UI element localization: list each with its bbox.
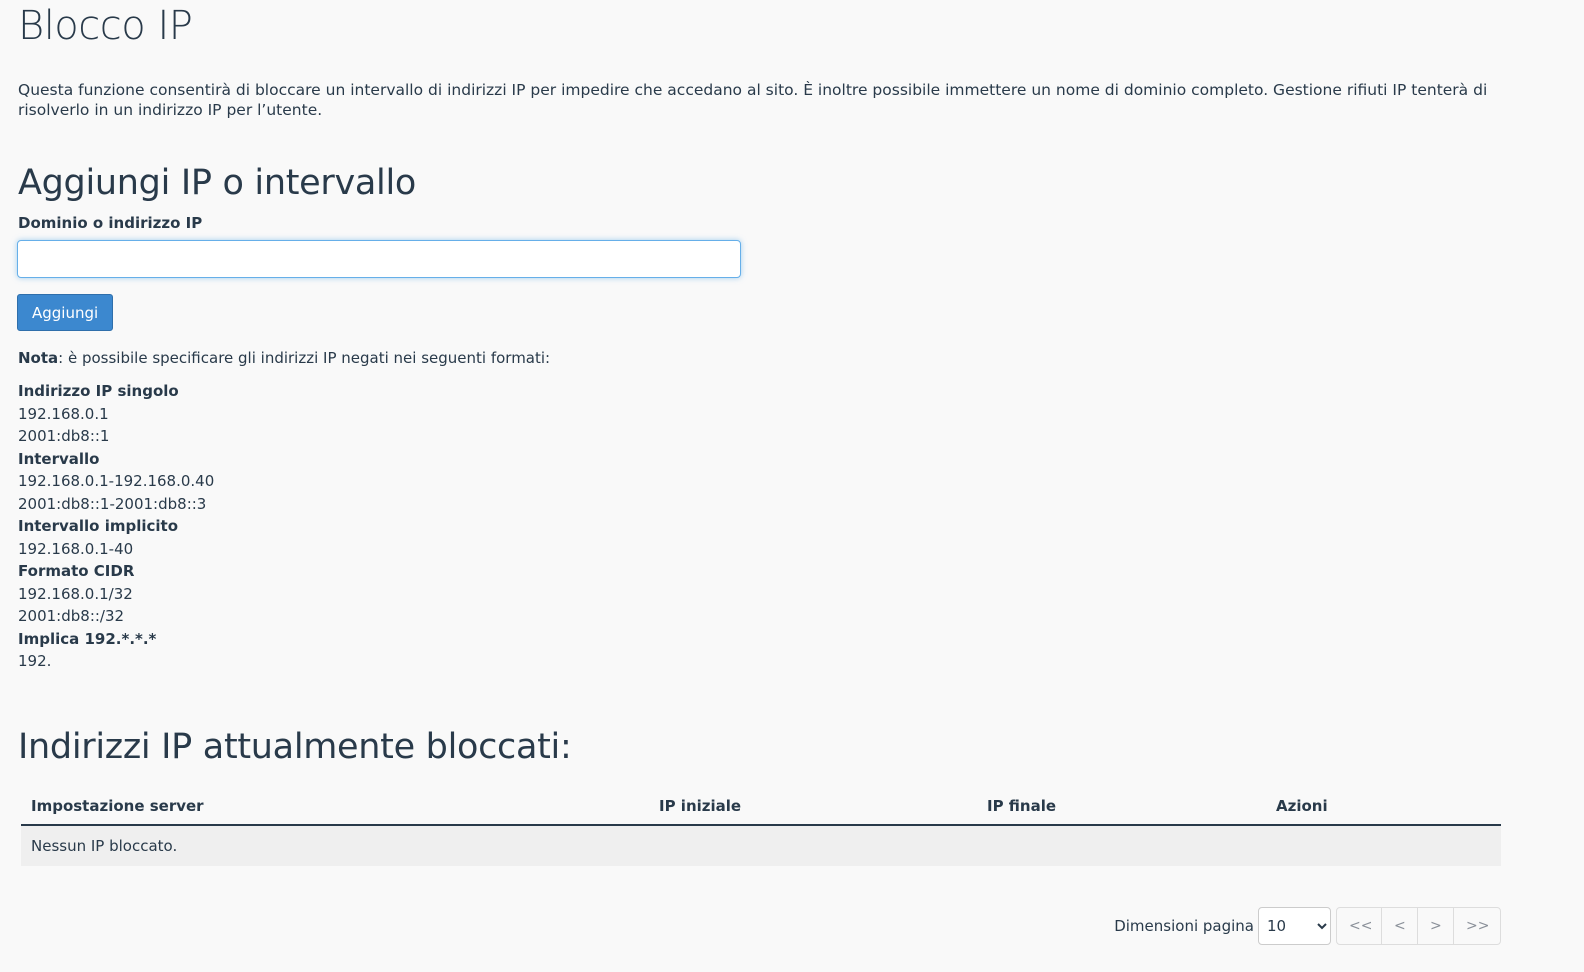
format-example: 2001:db8::1-2001:db8::3 xyxy=(18,494,207,513)
format-example: 192.168.0.1 xyxy=(18,404,109,423)
blocked-section-title: Indirizzi IP attualmente bloccati: xyxy=(18,727,572,767)
format-heading: Formato CIDR xyxy=(18,562,135,580)
first-page-button[interactable]: << xyxy=(1336,907,1382,945)
format-heading: Intervallo implicito xyxy=(18,517,179,535)
column-header-end-ip[interactable]: IP finale xyxy=(977,788,1266,826)
empty-table-message: Nessun IP bloccato. xyxy=(21,825,1501,866)
blocked-ips-table: Impostazione server IP iniziale IP final… xyxy=(21,788,1501,866)
domain-ip-label: Dominio o indirizzo IP xyxy=(18,214,203,232)
column-header-start-ip[interactable]: IP iniziale xyxy=(649,788,977,826)
format-example: 2001:db8::/32 xyxy=(18,607,125,625)
column-header-server-setting[interactable]: Impostazione server xyxy=(21,788,649,826)
table-header-row: Impostazione server IP iniziale IP final… xyxy=(21,788,1501,826)
page-size-select[interactable]: 10 xyxy=(1258,907,1331,945)
page-title: Blocco IP xyxy=(18,3,193,49)
page-description: Questa funzione consentirà di bloccare u… xyxy=(18,81,1488,119)
format-heading: Implica 192.*.*.* xyxy=(18,629,157,648)
ip-formats-list: Indirizzo IP singolo 192.168.0.1 2001:db… xyxy=(18,380,214,673)
format-heading: Intervallo xyxy=(18,449,100,468)
format-example: 192.168.0.1/32 xyxy=(18,584,133,603)
add-section-title: Aggiungi IP o intervallo xyxy=(18,163,417,203)
pagination: Dimensioni pagina 10 << < > >> xyxy=(1114,907,1501,945)
last-page-button[interactable]: >> xyxy=(1453,907,1501,945)
pager-buttons: << < > >> xyxy=(1336,907,1501,945)
table-row: Nessun IP bloccato. xyxy=(21,825,1501,866)
format-example: 192.168.0.1-40 xyxy=(18,539,134,558)
next-page-button[interactable]: > xyxy=(1417,907,1454,945)
column-header-actions: Azioni xyxy=(1266,788,1501,826)
blocked-ips-table-wrapper: Impostazione server IP iniziale IP final… xyxy=(21,788,1501,866)
format-example: 2001:db8::1 xyxy=(18,427,110,445)
note-label: Nota xyxy=(18,349,59,367)
domain-ip-input[interactable] xyxy=(17,240,741,278)
add-button[interactable]: Aggiungi xyxy=(17,294,114,331)
previous-page-button[interactable]: < xyxy=(1381,907,1418,945)
note-body: : è possibile specificare gli indirizzi … xyxy=(58,349,551,367)
ip-blocker-page: Blocco IP Questa funzione consentirà di … xyxy=(0,0,1584,972)
format-example: 192.168.0.1-192.168.0.40 xyxy=(18,472,215,490)
page-size-label: Dimensioni pagina xyxy=(1114,917,1254,935)
format-example: 192. xyxy=(18,652,52,670)
format-heading: Indirizzo IP singolo xyxy=(18,382,179,400)
note-text: Nota: è possibile specificare gli indiri… xyxy=(18,348,550,368)
